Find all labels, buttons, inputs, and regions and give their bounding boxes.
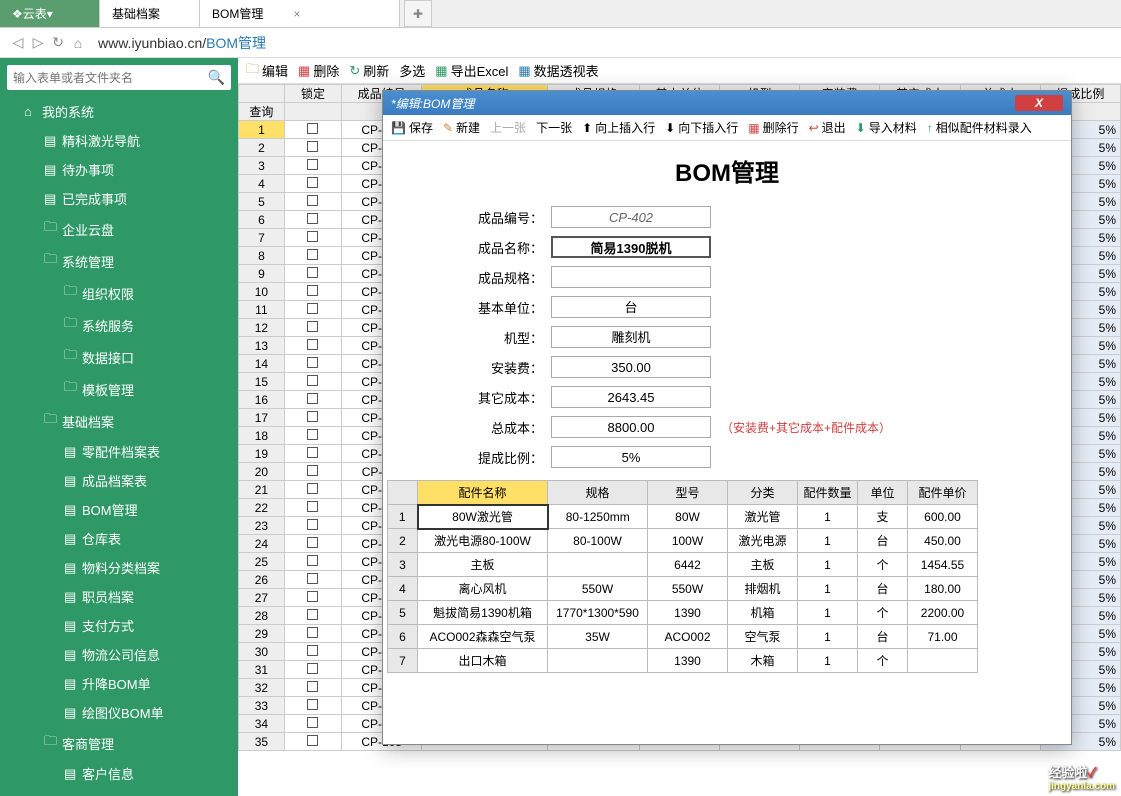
search-input[interactable] [13,71,208,85]
sidebar-item[interactable]: ▤客户信息 [0,759,238,788]
sidebar-item[interactable]: ▤绘图仪BOM单 [0,698,238,727]
reload-icon[interactable]: ↻ [48,34,68,51]
watermark: 经验啦✓ jingyanla.com [1048,762,1115,792]
up-icon: ↑ [927,121,933,135]
insert-up-icon: ⬆ [582,121,592,135]
refresh-button[interactable]: ↻刷新 [349,61,389,80]
sidebar-item[interactable]: ▤支付方式 [0,611,238,640]
sidebar-item[interactable]: ▤物流公司信息 [0,640,238,669]
sidebar-item[interactable]: ▤物料分类档案 [0,553,238,582]
install-field[interactable]: 350.00 [551,356,711,378]
sidebar-item[interactable]: ▤成品档案表 [0,466,238,495]
sidebar-item[interactable]: ⌂我的系统 [0,97,238,126]
name-field[interactable]: 简易1390脱机 [551,236,711,258]
parts-row[interactable]: 6ACO002森森空气泵35WACO002空气泵1台71.00 [388,625,978,649]
new-icon: ✎ [443,121,453,135]
tab-basic[interactable]: 基础档案 [100,0,200,27]
multi-button[interactable]: 多选 [399,61,425,80]
similar-button[interactable]: ↑相似配件材料录入 [927,119,1032,136]
address-bar: ◁ ▷ ↻ ⌂ www.iyunbiao.cn/BOM管理 [0,28,1121,58]
dialog-title-bar[interactable]: *编辑:BOM管理 X [383,91,1071,115]
model-field[interactable]: 雕刻机 [551,326,711,348]
tab-bom[interactable]: BOM管理× [200,0,400,27]
new-button[interactable]: ✎新建 [443,119,480,136]
exit-icon: ↩ [809,121,819,135]
sidebar-item[interactable]: 🗀企业云盘 [0,213,238,245]
sidebar-item[interactable]: 🗀组织权限 [0,277,238,309]
parts-row[interactable]: 5魁拔简易1390机箱1770*1300*5901390机箱1个2200.00 [388,601,978,625]
import-button[interactable]: ⬇导入材料 [856,119,917,136]
sidebar-item[interactable]: ▤仓库表 [0,524,238,553]
content: 🗀编辑 ▦删除 ↻刷新 多选 ▦导出Excel ▦数据透视表 锁定 成品编号 成… [238,58,1121,796]
insert-down-icon: ⬇ [665,121,675,135]
sidebar-item[interactable]: 🗀系统管理 [0,245,238,277]
parts-row[interactable]: 3主板6442主板1个1454.55 [388,553,978,577]
delete-button[interactable]: ▦删除 [298,61,339,80]
fwd-icon[interactable]: ▷ [28,34,48,51]
exit-button[interactable]: ↩退出 [809,119,846,136]
add-tab[interactable]: ✚ [404,0,432,27]
delrow-icon: ▦ [748,121,759,135]
ratio-field[interactable]: 5% [551,446,711,468]
other-field[interactable]: 2643.45 [551,386,711,408]
refresh-icon: ↻ [349,63,360,79]
sidebar-item[interactable]: ▤供应商信息 [0,788,238,796]
unit-field[interactable]: 台 [551,296,711,318]
total-field[interactable]: 8800.00 [551,416,711,438]
edit-dialog: *编辑:BOM管理 X 💾保存 ✎新建 上一张 下一张 ⬆向上插入行 ⬇向下插入… [382,90,1072,745]
nav-tree: ⌂我的系统▤精科激光导航▤待办事项▤已完成事项🗀企业云盘🗀系统管理🗀组织权限🗀系… [0,97,238,796]
sidebar-item[interactable]: ▤升降BOM单 [0,669,238,698]
excel-icon: ▦ [435,63,447,79]
home-icon[interactable]: ⌂ [68,35,88,51]
export-button[interactable]: ▦导出Excel [435,61,508,80]
sidebar-item[interactable]: ▤已完成事项 [0,184,238,213]
sidebar-item[interactable]: ▤精科激光导航 [0,126,238,155]
code-field[interactable]: CP-402 [551,206,711,228]
search-box: 🔍 [7,65,231,90]
save-button[interactable]: 💾保存 [391,119,433,136]
parts-row[interactable]: 4离心风机550W550W排烟机1台180.00 [388,577,978,601]
insert-down-button[interactable]: ⬇向下插入行 [665,119,738,136]
parts-row[interactable]: 180W激光管80-1250mm80W激光管1支600.00 [388,505,978,529]
total-note: （安装费+其它成本+配件成本） [721,419,891,436]
delete-row-button[interactable]: ▦删除行 [748,119,798,136]
insert-up-button[interactable]: ⬆向上插入行 [582,119,655,136]
sidebar-item[interactable]: ▤零配件档案表 [0,437,238,466]
sidebar-item[interactable]: ▤待办事项 [0,155,238,184]
folder-icon: 🗀 [246,60,259,82]
save-icon: 💾 [391,121,406,135]
parts-row[interactable]: 2激光电源80-100W80-100W100W激光电源1台450.00 [388,529,978,553]
pivot-icon: ▦ [518,63,530,79]
dialog-toolbar: 💾保存 ✎新建 上一张 下一张 ⬆向上插入行 ⬇向下插入行 ▦删除行 ↩退出 ⬇… [383,115,1071,141]
app-tab[interactable]: ❖ 云表 ▾ [0,0,100,27]
parts-row[interactable]: 7出口木箱1390木箱1个 [388,649,978,673]
edit-button[interactable]: 🗀编辑 [246,60,288,82]
grid-icon: ▦ [298,63,310,79]
sidebar: 🔍 ⌂我的系统▤精科激光导航▤待办事项▤已完成事项🗀企业云盘🗀系统管理🗀组织权限… [0,58,238,796]
parts-grid[interactable]: 配件名称 规格 型号 分类 配件数量 单位 配件单价 180W激光管80-125… [387,480,978,673]
next-button[interactable]: 下一张 [536,119,572,136]
sidebar-item[interactable]: 🗀系统服务 [0,309,238,341]
dialog-title: *编辑:BOM管理 [391,95,474,112]
tabs-bar: ❖ 云表 ▾ 基础档案 BOM管理× ✚ [0,0,1121,28]
sidebar-item[interactable]: 🗀基础档案 [0,405,238,437]
sidebar-item[interactable]: ▤BOM管理 [0,495,238,524]
dialog-heading: BOM管理 [383,153,1071,188]
spec-field[interactable] [551,266,711,288]
sidebar-item[interactable]: 🗀客商管理 [0,727,238,759]
sidebar-item[interactable]: 🗀数据接口 [0,341,238,373]
pivot-button[interactable]: ▦数据透视表 [518,61,598,80]
import-icon: ⬇ [856,121,866,135]
dialog-close-button[interactable]: X [1015,95,1063,111]
url-text: www.iyunbiao.cn/BOM管理 [98,33,266,53]
sidebar-item[interactable]: ▤职员档案 [0,582,238,611]
back-icon[interactable]: ◁ [8,34,28,51]
close-icon[interactable]: × [293,7,300,21]
prev-button: 上一张 [490,119,526,136]
search-icon[interactable]: 🔍 [208,69,225,86]
sidebar-item[interactable]: 🗀模板管理 [0,373,238,405]
toolbar: 🗀编辑 ▦删除 ↻刷新 多选 ▦导出Excel ▦数据透视表 [238,58,1121,84]
